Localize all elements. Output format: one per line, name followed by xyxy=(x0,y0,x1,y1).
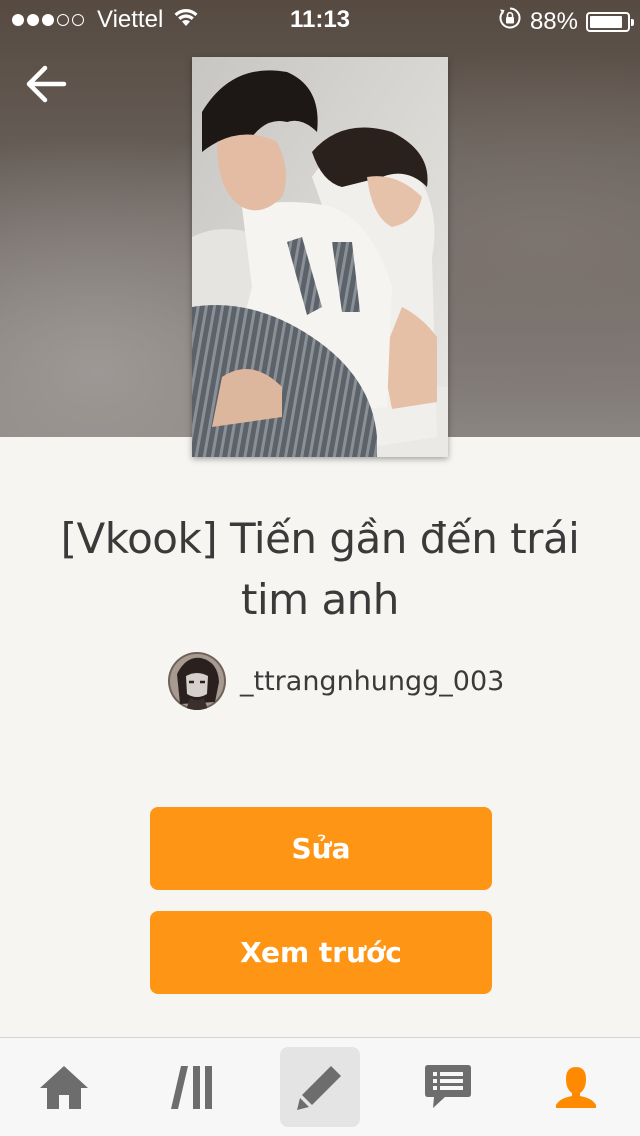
story-cover-image[interactable] xyxy=(192,57,448,457)
bottom-tab-bar xyxy=(0,1037,640,1136)
arrow-left-icon xyxy=(26,65,67,103)
author-avatar[interactable] xyxy=(168,652,226,710)
battery-icon xyxy=(586,11,634,32)
battery-percentage: 88% xyxy=(529,7,578,35)
preview-button[interactable]: Xem trước xyxy=(150,911,492,994)
library-icon xyxy=(171,1066,212,1109)
profile-icon xyxy=(556,1067,596,1108)
edit-button[interactable]: Sửa xyxy=(150,807,492,890)
chat-icon xyxy=(425,1065,471,1108)
tab-home[interactable] xyxy=(24,1047,104,1127)
status-right: 88% xyxy=(498,6,634,37)
pencil-icon xyxy=(297,1066,341,1110)
story-title: [Vkook] Tiến gần đến trái tim anh xyxy=(60,514,580,624)
tab-messages[interactable] xyxy=(408,1047,488,1127)
tab-write[interactable] xyxy=(280,1047,360,1127)
author-row[interactable]: _ttrangnhungg_003 xyxy=(168,651,504,711)
back-button[interactable] xyxy=(22,60,70,108)
author-username[interactable]: _ttrangnhungg_003 xyxy=(240,666,504,697)
tab-library[interactable] xyxy=(152,1047,232,1127)
home-icon xyxy=(40,1066,88,1109)
rotation-lock-icon xyxy=(498,6,522,37)
story-detail-screen: Viettel 11:13 88% [Vkook] Tiến gần đến t… xyxy=(0,0,640,1136)
tab-profile[interactable] xyxy=(536,1047,616,1127)
status-bar: Viettel 11:13 88% xyxy=(0,0,640,40)
battery-level-fill xyxy=(590,15,622,28)
